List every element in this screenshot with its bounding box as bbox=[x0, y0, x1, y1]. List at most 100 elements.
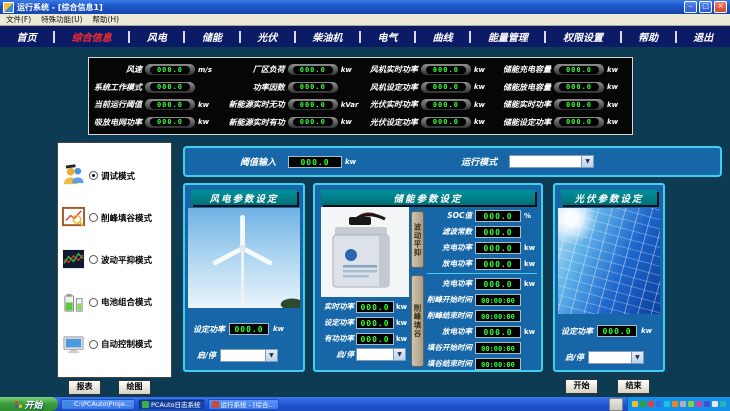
radio-unselected[interactable] bbox=[89, 298, 98, 307]
valley-end-time-input[interactable]: 00:00:00 bbox=[475, 358, 521, 370]
chevron-down-icon: ▼ bbox=[393, 349, 405, 360]
metric-unit: kw bbox=[474, 101, 494, 109]
metric-label: 风速 bbox=[94, 64, 142, 75]
tray-icon[interactable] bbox=[648, 401, 654, 407]
nav-item-storage[interactable]: 储能 bbox=[202, 29, 222, 44]
mode-option-debug[interactable]: 调试模式 bbox=[61, 164, 168, 187]
mode-option-peak-shaving[interactable]: 削峰填谷模式 bbox=[61, 206, 168, 229]
threshold-input[interactable]: 000.0 bbox=[288, 156, 342, 168]
tray-icon[interactable] bbox=[632, 401, 638, 407]
radio-selected[interactable] bbox=[89, 171, 98, 180]
tray-icon[interactable] bbox=[720, 401, 726, 407]
solar-start-stop-dropdown[interactable]: ▼ bbox=[588, 351, 644, 364]
taskbar-task-explorer[interactable]: C:\PCAuto\Proje... bbox=[61, 399, 135, 410]
peak-start-time-input[interactable]: 00:00:00 bbox=[475, 294, 521, 306]
charge-power-input[interactable]: 000.0 bbox=[475, 242, 521, 254]
smoothing-charge-row: 充电功率000.0kw bbox=[427, 241, 537, 254]
mode-option-auto-control[interactable]: 自动控制模式 bbox=[61, 333, 168, 356]
solar-set-power-input[interactable]: 000.0 bbox=[597, 325, 637, 337]
row-unit: kw bbox=[524, 260, 537, 268]
filter-constant-input[interactable]: 000.0 bbox=[475, 226, 521, 238]
tray-icon[interactable] bbox=[680, 401, 686, 407]
nav-item-diesel[interactable]: 柴油机 bbox=[312, 29, 342, 44]
nav-item-electric[interactable]: 电气 bbox=[378, 29, 398, 44]
dropdown-value bbox=[221, 350, 265, 361]
group-divider bbox=[427, 273, 537, 274]
wind-start-stop-dropdown[interactable]: ▼ bbox=[220, 349, 278, 362]
row-label: 填谷开始时间 bbox=[427, 342, 472, 353]
led-value: 000.0 bbox=[559, 83, 599, 91]
nav-item-permissions[interactable]: 权限设置 bbox=[563, 29, 603, 44]
led-value: 000.0 bbox=[559, 66, 599, 74]
storage-left-column: 实时功率 000.0 kw 设定功率 000.0 kw 有功功率 000.0 k… bbox=[321, 207, 411, 361]
start-button[interactable]: 开始 bbox=[565, 379, 598, 394]
taskbar-task-run-system[interactable]: 运行系统 - [综合... bbox=[208, 399, 279, 410]
set-power-unit: kw bbox=[273, 325, 284, 333]
metric-wind-setpoint: 风机设定功率000.0kw bbox=[361, 79, 494, 97]
start-menu-button[interactable]: 开始 bbox=[0, 397, 58, 411]
wind-set-power-input[interactable]: 000.0 bbox=[229, 323, 269, 335]
maximize-icon[interactable]: □ bbox=[699, 1, 712, 13]
tray-icon[interactable] bbox=[712, 401, 718, 407]
chevron-down-icon: ▼ bbox=[631, 352, 643, 363]
nav-item-energy-mgmt[interactable]: 能量管理 bbox=[488, 29, 528, 44]
report-button[interactable]: 报表 bbox=[68, 380, 101, 395]
tray-icon[interactable] bbox=[704, 401, 710, 407]
led-display: 000.0 bbox=[145, 117, 195, 128]
mode-option-battery-combination[interactable]: 电池组合模式 bbox=[61, 291, 168, 314]
nav-item-overview[interactable]: 综合信息 bbox=[72, 29, 112, 44]
nav-item-wind[interactable]: 风电 bbox=[147, 29, 167, 44]
radio-unselected[interactable] bbox=[89, 340, 98, 349]
menu-special[interactable]: 特殊功能(U) bbox=[41, 14, 82, 25]
metric-wind-speed: 风速000.0m/s bbox=[94, 61, 218, 79]
smoothing-vertical-label: 波动平抑 bbox=[411, 211, 424, 268]
threshold-input-label: 阈值输入 bbox=[240, 155, 276, 168]
menu-help[interactable]: 帮助(H) bbox=[93, 14, 120, 25]
storage-start-stop-dropdown[interactable]: ▼ bbox=[356, 348, 406, 361]
metric-label: 储能实时功率 bbox=[494, 99, 551, 110]
nav-item-solar[interactable]: 光伏 bbox=[257, 29, 277, 44]
radio-unselected[interactable] bbox=[89, 213, 98, 222]
metric-unit: kw bbox=[607, 83, 627, 91]
nav-item-home[interactable]: 首页 bbox=[17, 29, 37, 44]
threshold-bar: 阈值输入 000.0 kw 运行模式 ▼ bbox=[183, 146, 722, 177]
storage-setpoint-input[interactable]: 000.0 bbox=[356, 317, 394, 329]
led-value: 000.0 bbox=[293, 118, 333, 126]
charge-power-input[interactable]: 000.0 bbox=[475, 278, 521, 290]
solar-panel-title: 光伏参数设定 bbox=[561, 190, 657, 205]
metric-label: 储能充电容量 bbox=[494, 64, 551, 75]
nav-item-curves[interactable]: 曲线 bbox=[433, 29, 453, 44]
metric-system-mode: 系统工作模式000.0 bbox=[94, 79, 218, 97]
row-label: 放电功率 bbox=[427, 258, 472, 269]
discharge-power-input[interactable]: 000.0 bbox=[475, 258, 521, 270]
menu-file[interactable]: 文件(F) bbox=[6, 14, 31, 25]
wind-panel-title: 风电参数设定 bbox=[191, 190, 297, 205]
tray-icon[interactable] bbox=[672, 401, 678, 407]
close-icon[interactable]: × bbox=[714, 1, 727, 13]
wind-set-power-row: 设定功率 000.0 kw bbox=[193, 323, 284, 335]
run-mode-dropdown[interactable]: ▼ bbox=[509, 155, 594, 168]
storage-realtime-row: 实时功率 000.0 kw bbox=[321, 300, 411, 313]
row-label: 填谷结束时间 bbox=[427, 358, 472, 369]
show-desktop-button[interactable] bbox=[609, 398, 623, 411]
valley-start-time-input[interactable]: 00:00:00 bbox=[475, 342, 521, 354]
draw-button[interactable]: 绘图 bbox=[118, 380, 151, 395]
minimize-icon[interactable]: – bbox=[684, 1, 697, 13]
taskbar-task-log-system[interactable]: PCAuto日志系统 bbox=[138, 399, 205, 410]
solar-array-icon bbox=[558, 208, 660, 314]
mode-option-fluctuation-smoothing[interactable]: 波动平抑模式 bbox=[61, 248, 168, 271]
nav-item-exit[interactable]: 退出 bbox=[693, 29, 713, 44]
tray-icon[interactable] bbox=[656, 401, 662, 407]
led-value: 000.0 bbox=[150, 101, 190, 109]
discharge-power-input[interactable]: 000.0 bbox=[475, 326, 521, 338]
valley-discharge-row: 放电功率000.0kw bbox=[427, 325, 537, 338]
nav-item-help[interactable]: 帮助 bbox=[638, 29, 658, 44]
radio-unselected[interactable] bbox=[89, 255, 98, 264]
tray-icon[interactable] bbox=[664, 401, 670, 407]
metric-grid-power: 吸放电网功率000.0kw bbox=[94, 114, 218, 132]
peak-end-time-input[interactable]: 00:00:00 bbox=[475, 310, 521, 322]
tray-icon[interactable] bbox=[696, 401, 702, 407]
tray-icon[interactable] bbox=[688, 401, 694, 407]
tray-icon[interactable] bbox=[640, 401, 646, 407]
end-button[interactable]: 结束 bbox=[617, 379, 650, 394]
